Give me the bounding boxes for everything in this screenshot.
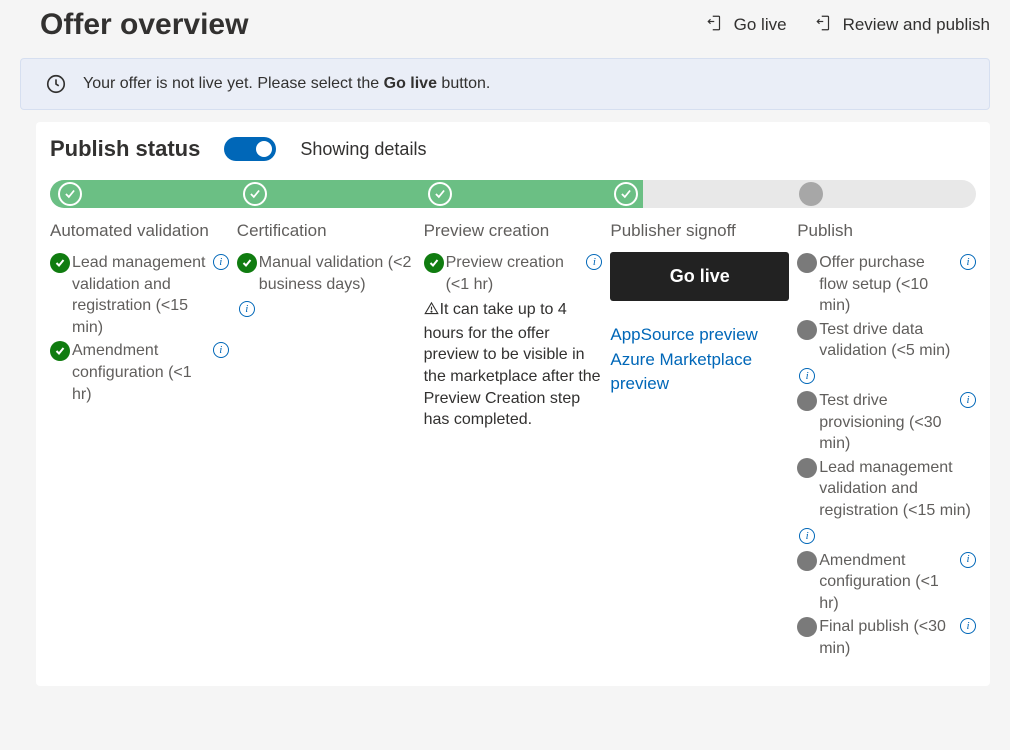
task-item: Manual validation (<2 business days) — [237, 252, 416, 295]
task-label: Test drive provisioning (<30 min) — [819, 390, 956, 455]
task-label: Preview creation (<1 hr) — [446, 252, 583, 295]
azure-marketplace-preview-link[interactable]: Azure Marketplace preview — [610, 348, 789, 397]
go-live-button[interactable]: Go live — [610, 252, 789, 301]
info-icon[interactable]: i — [213, 254, 229, 270]
stage-marker-done — [243, 182, 267, 206]
stage-title: Automated validation — [50, 220, 229, 242]
stage-marker-done — [428, 182, 452, 206]
stage-marker-done — [58, 182, 82, 206]
task-item: Amendment configuration (<1 hr) i — [50, 340, 229, 405]
check-circle-icon — [50, 341, 70, 361]
check-circle-icon — [424, 253, 444, 273]
go-live-action[interactable]: Go live — [706, 14, 787, 37]
pending-dot-icon — [797, 253, 817, 273]
pending-dot-icon — [797, 391, 817, 411]
task-item: Offer purchase flow setup (<10 min) i — [797, 252, 976, 317]
details-toggle[interactable] — [224, 137, 276, 161]
task-item: Lead management validation and registrat… — [797, 457, 976, 522]
appsource-preview-link[interactable]: AppSource preview — [610, 323, 789, 348]
stage-title: Publisher signoff — [610, 220, 789, 242]
info-icon[interactable]: i — [799, 528, 815, 544]
task-item: Test drive provisioning (<30 min) i — [797, 390, 976, 455]
stage-marker-done — [614, 182, 638, 206]
task-label: Final publish (<30 min) — [819, 616, 956, 659]
page-title: Offer overview — [40, 8, 706, 42]
stage-publisher-signoff: Publisher signoff Go live AppSource prev… — [610, 220, 789, 662]
info-icon[interactable]: i — [239, 301, 255, 317]
banner-text: Your offer is not live yet. Please selec… — [83, 75, 490, 93]
warning-icon — [424, 301, 439, 323]
clock-icon — [45, 73, 67, 95]
stage-automated-validation: Automated validation Lead management val… — [50, 220, 229, 662]
info-icon[interactable]: i — [799, 368, 815, 384]
check-circle-icon — [237, 253, 257, 273]
task-item: Preview creation (<1 hr) i — [424, 252, 603, 295]
preview-note: It can take up to 4 hours for the offer … — [424, 299, 603, 431]
stage-marker-idle — [799, 182, 823, 206]
task-item: Amendment configuration (<1 hr) i — [797, 550, 976, 615]
review-publish-action[interactable]: Review and publish — [815, 14, 990, 37]
pending-dot-icon — [797, 551, 817, 571]
info-banner: Your offer is not live yet. Please selec… — [20, 58, 990, 110]
info-icon[interactable]: i — [586, 254, 602, 270]
pending-dot-icon — [797, 320, 817, 340]
task-label: Amendment configuration (<1 hr) — [819, 550, 956, 615]
info-icon[interactable]: i — [960, 392, 976, 408]
publish-icon — [706, 14, 724, 37]
task-label: Amendment configuration (<1 hr) — [72, 340, 209, 405]
details-toggle-label: Showing details — [300, 139, 426, 160]
task-item: Test drive data validation (<5 min) — [797, 319, 976, 362]
task-label: Offer purchase flow setup (<10 min) — [819, 252, 956, 317]
stage-title: Preview creation — [424, 220, 603, 242]
stage-title: Publish — [797, 220, 976, 242]
go-live-label: Go live — [734, 15, 787, 35]
progress-track — [50, 180, 976, 208]
task-item: Final publish (<30 min) i — [797, 616, 976, 659]
check-circle-icon — [50, 253, 70, 273]
stage-title: Certification — [237, 220, 416, 242]
info-icon[interactable]: i — [213, 342, 229, 358]
review-publish-label: Review and publish — [843, 15, 990, 35]
stage-certification: Certification Manual validation (<2 busi… — [237, 220, 416, 662]
task-item: Lead management validation and registrat… — [50, 252, 229, 338]
publish-status-title: Publish status — [50, 136, 200, 162]
stage-preview-creation: Preview creation Preview creation (<1 hr… — [424, 220, 603, 662]
task-label: Lead management validation and registrat… — [819, 457, 976, 522]
stage-publish: Publish Offer purchase flow setup (<10 m… — [797, 220, 976, 662]
info-icon[interactable]: i — [960, 618, 976, 634]
info-icon[interactable]: i — [960, 552, 976, 568]
pending-dot-icon — [797, 458, 817, 478]
pending-dot-icon — [797, 617, 817, 637]
task-label: Lead management validation and registrat… — [72, 252, 209, 338]
task-label: Test drive data validation (<5 min) — [819, 319, 976, 362]
publish-icon — [815, 14, 833, 37]
task-label: Manual validation (<2 business days) — [259, 252, 416, 295]
info-icon[interactable]: i — [960, 254, 976, 270]
